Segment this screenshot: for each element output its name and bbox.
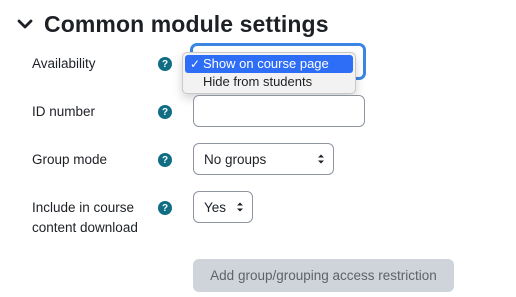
section-title: Common module settings xyxy=(44,10,329,37)
idnumber-help-icon[interactable]: ? xyxy=(158,105,172,119)
download-select[interactable]: Yes xyxy=(193,191,253,223)
availability-option-hide-label: Hide from students xyxy=(203,74,313,89)
idnumber-input[interactable] xyxy=(193,95,365,127)
select-caret-icon xyxy=(237,202,243,212)
download-label-line2: content download xyxy=(32,220,138,235)
download-label-line1: Include in course xyxy=(32,200,135,215)
groupmode-help-icon[interactable]: ? xyxy=(158,153,172,167)
availability-option-show[interactable]: ✓ Show on course page xyxy=(185,55,353,73)
availability-option-show-label: Show on course page xyxy=(203,56,329,71)
add-restriction-button[interactable]: Add group/grouping access restriction xyxy=(193,259,454,292)
download-help-icon[interactable]: ? xyxy=(158,201,172,215)
chevron-down-icon[interactable] xyxy=(16,15,34,33)
section-header[interactable]: Common module settings xyxy=(16,8,329,40)
groupmode-value: No groups xyxy=(204,151,267,167)
availability-dropdown[interactable]: ✓ Show on course page Hide from students xyxy=(182,52,356,94)
checkmark-icon: ✓ xyxy=(190,57,201,71)
download-value: Yes xyxy=(204,199,227,215)
groupmode-select[interactable]: No groups xyxy=(193,143,334,175)
groupmode-label: Group mode xyxy=(32,152,108,167)
availability-label: Availability xyxy=(32,56,96,71)
availability-help-icon[interactable]: ? xyxy=(158,57,172,71)
select-caret-icon xyxy=(318,154,324,164)
idnumber-label: ID number xyxy=(32,104,96,119)
availability-option-hide[interactable]: Hide from students xyxy=(185,73,353,91)
